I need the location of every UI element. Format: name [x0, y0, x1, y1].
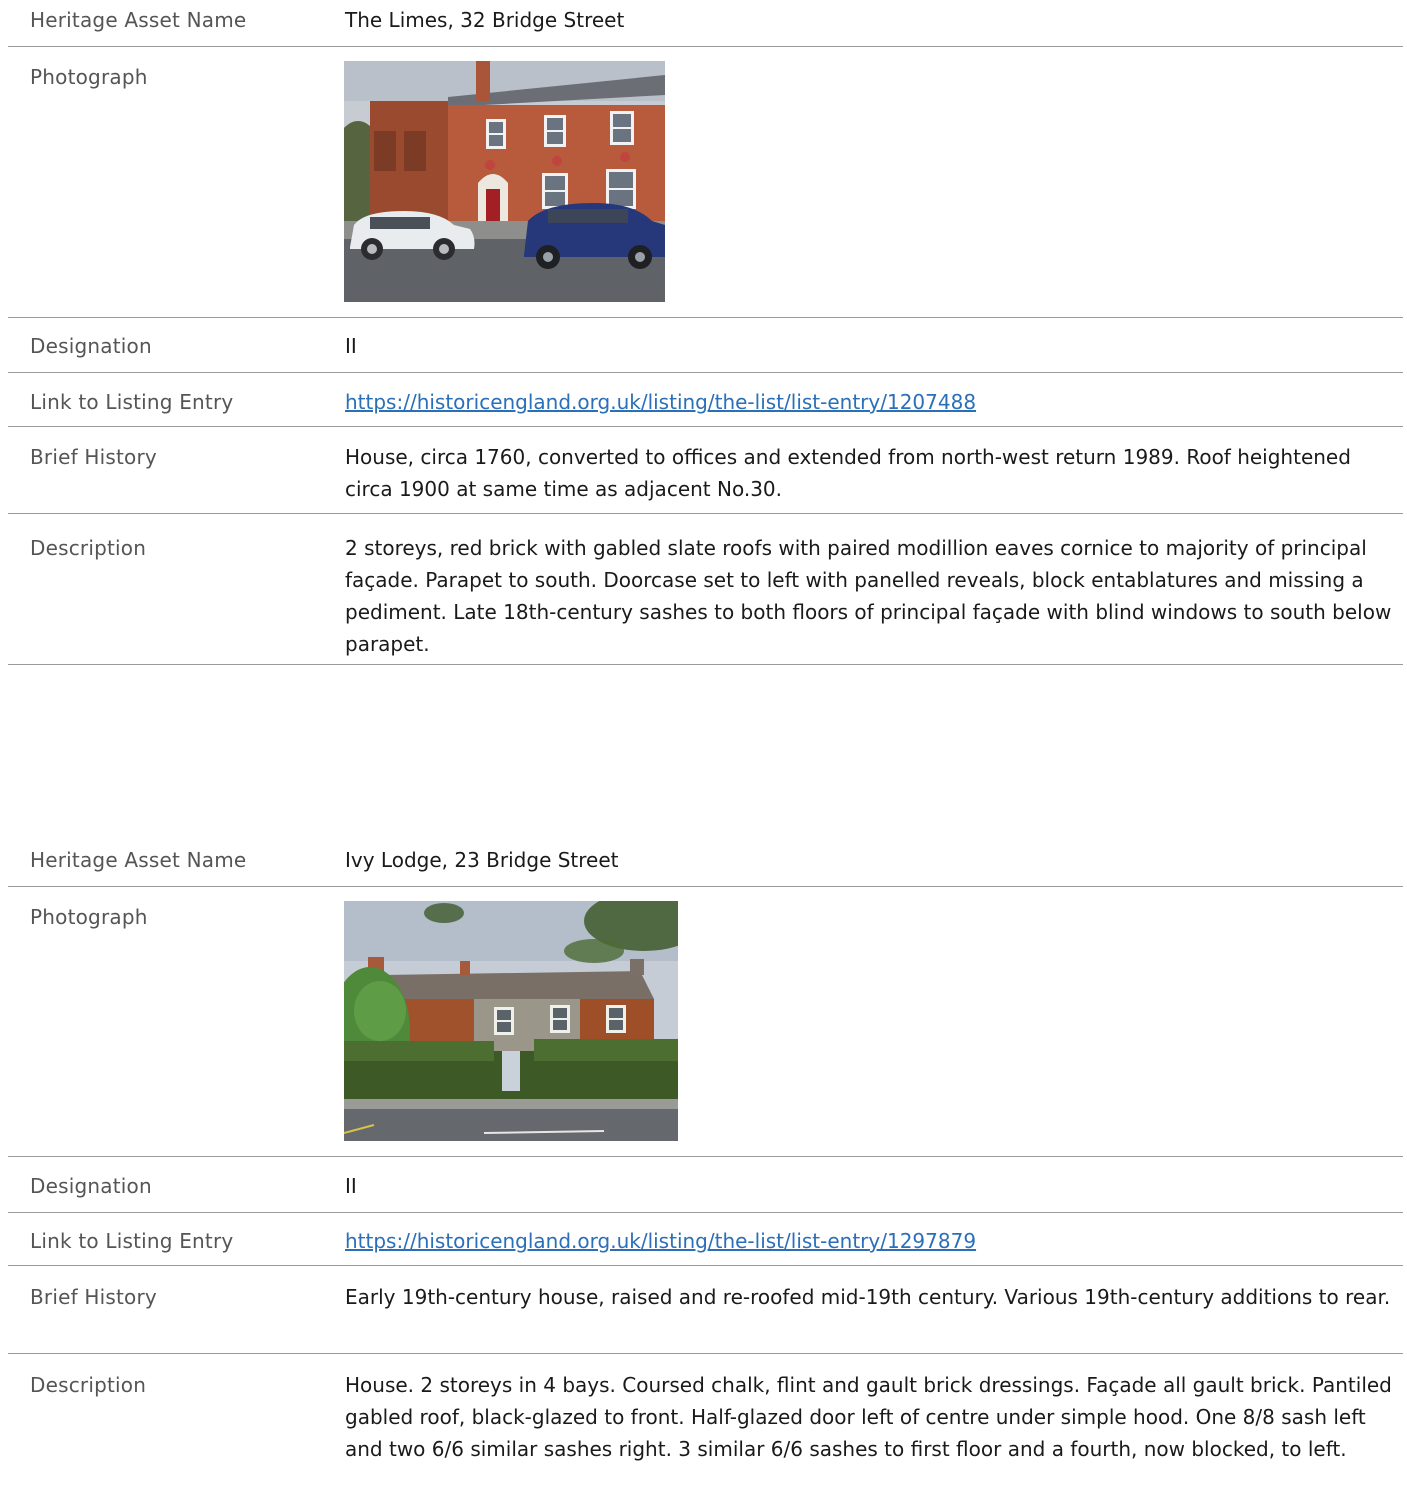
row-designation: Designation II — [8, 1157, 1403, 1213]
listing-entry-link[interactable]: https://historicengland.org.uk/listing/t… — [345, 390, 976, 414]
value-designation: II — [345, 1174, 357, 1198]
row-brief-history: Brief History House, circa 1760, convert… — [8, 427, 1403, 514]
row-photograph: Photograph — [8, 47, 1403, 318]
row-photograph: Photograph — [8, 887, 1403, 1157]
row-designation: Designation II — [8, 318, 1403, 373]
label-designation: Designation — [30, 1174, 152, 1198]
value-description: House. 2 storeys in 4 bays. Coursed chal… — [345, 1373, 1392, 1461]
value-description: 2 storeys, red brick with gabled slate r… — [345, 536, 1392, 656]
row-listing-link: Link to Listing Entry https://historicen… — [8, 373, 1403, 427]
value-asset-name: The Limes, 32 Bridge Street — [345, 8, 625, 32]
value-listing-link: https://historicengland.org.uk/listing/t… — [345, 386, 1397, 418]
value-asset-name: Ivy Lodge, 23 Bridge Street — [345, 848, 619, 872]
label-photograph: Photograph — [30, 905, 148, 929]
value-designation: II — [345, 334, 357, 358]
heritage-record-2: Heritage Asset Name Ivy Lodge, 23 Bridge… — [8, 840, 1403, 1504]
label-asset-name: Heritage Asset Name — [30, 848, 247, 872]
label-asset-name: Heritage Asset Name — [30, 8, 247, 32]
photograph-ivy-lodge — [344, 901, 678, 1141]
label-brief-history: Brief History — [30, 1285, 157, 1309]
row-brief-history: Brief History Early 19th-century house, … — [8, 1266, 1403, 1354]
value-listing-link: https://historicengland.org.uk/listing/t… — [345, 1225, 1397, 1257]
row-listing-link: Link to Listing Entry https://historicen… — [8, 1213, 1403, 1266]
label-listing-link: Link to Listing Entry — [30, 1229, 234, 1253]
label-designation: Designation — [30, 334, 152, 358]
label-description: Description — [30, 1373, 147, 1397]
row-asset-name: Heritage Asset Name The Limes, 32 Bridge… — [8, 0, 1403, 47]
label-listing-link: Link to Listing Entry — [30, 390, 234, 414]
label-photograph: Photograph — [30, 65, 148, 89]
label-brief-history: Brief History — [30, 445, 157, 469]
row-asset-name: Heritage Asset Name Ivy Lodge, 23 Bridge… — [8, 840, 1403, 887]
photograph-the-limes — [344, 61, 665, 302]
row-description: Description 2 storeys, red brick with ga… — [8, 514, 1403, 665]
heritage-record-1: Heritage Asset Name The Limes, 32 Bridge… — [8, 0, 1403, 665]
value-brief-history: House, circa 1760, converted to offices … — [345, 445, 1351, 501]
label-description: Description — [30, 536, 147, 560]
listing-entry-link[interactable]: https://historicengland.org.uk/listing/t… — [345, 1229, 976, 1253]
row-description: Description House. 2 storeys in 4 bays. … — [8, 1354, 1403, 1504]
value-brief-history: Early 19th-century house, raised and re-… — [345, 1285, 1391, 1309]
